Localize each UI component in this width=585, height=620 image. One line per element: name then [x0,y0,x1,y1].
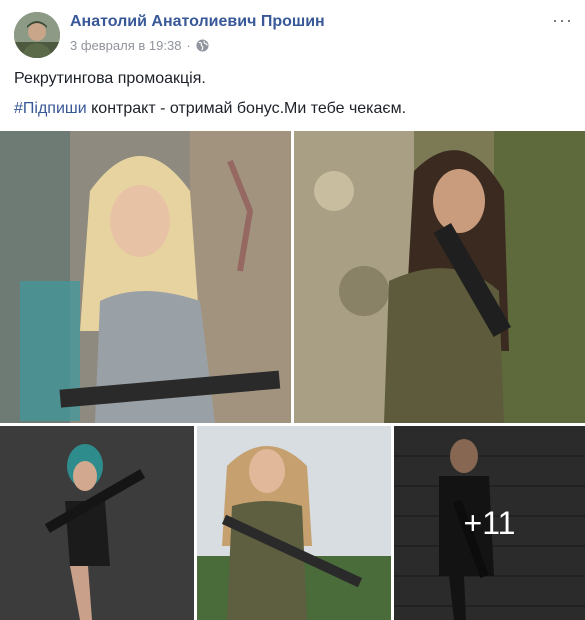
more-photos-count[interactable]: +11 [394,426,585,620]
gallery-photo-1[interactable] [0,131,291,423]
gallery-photo-4[interactable] [197,426,391,620]
gallery-photo-5[interactable]: +11 [394,426,585,620]
author-name[interactable]: Анатолий Анатолиевич Прошин [70,13,325,31]
more-options-icon[interactable]: ··· [552,10,573,31]
hashtag-link[interactable]: #Підпиши [14,100,87,117]
post-timestamp[interactable]: 3 февраля в 19:38 [70,38,181,53]
post-text-line-2: #Підпиши контракт - отримай бонус.Ми теб… [14,100,406,118]
post-text-line-1: Рекрутингова промоакція. [14,70,206,87]
post-text-rest: контракт - отримай бонус.Ми тебе чекаєм. [86,100,407,117]
post-header: Анатолий Анатолиевич Прошин 3 февраля в … [0,0,585,62]
author-avatar[interactable] [14,12,60,58]
meta-separator: · [186,38,191,53]
gallery-photo-3[interactable] [0,426,194,620]
globe-icon[interactable] [196,39,209,52]
gallery-photo-2[interactable] [294,131,585,423]
post-meta: 3 февраля в 19:38 · [70,38,209,53]
